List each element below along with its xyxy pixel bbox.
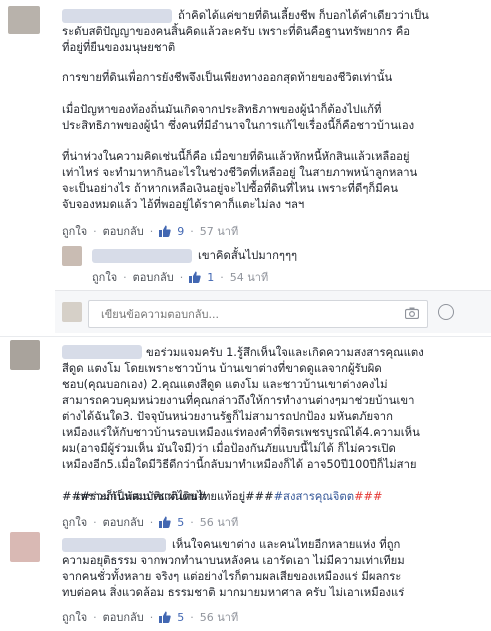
- avatar[interactable]: [62, 246, 82, 266]
- comment-line: การขายที่ดินเพื่อการยังชีพจึงเป็นเพียงทา…: [62, 71, 393, 84]
- like-count[interactable]: 5: [177, 516, 184, 529]
- comment-line: เท่าไหร่ จะทำมาหากินอะไรในช่วงชีวิตที่เห…: [62, 166, 418, 179]
- timestamp[interactable]: 56 นาที: [200, 513, 238, 531]
- like-link[interactable]: ถูกใจ: [92, 268, 117, 286]
- comment-line: ถ้าคิดได้แค่ขายที่ดินเลี้ยงชีพ ก็บอกได้ค…: [178, 9, 429, 22]
- commenter-name[interactable]: [62, 345, 142, 359]
- comment-line: เหมืองแร่ให้กับชาวบ้านรอบเหมืองแร่ทองคำท…: [62, 426, 420, 439]
- comment-line: จากคนชั่วทั้งหลาย จริงๆ แต่อย่างไรก็ตามผ…: [62, 570, 402, 583]
- thumbs-up-icon[interactable]: [159, 516, 171, 528]
- timestamp[interactable]: 57 นาที: [200, 222, 238, 240]
- comment-line: สามารถควบคุมหน่วยงานที่คุณกล่าวถึงให้การ…: [62, 394, 415, 407]
- commenter-name[interactable]: [62, 9, 172, 23]
- avatar[interactable]: [10, 532, 40, 562]
- separator: ·: [190, 515, 194, 529]
- reply-link[interactable]: ตอบกลับ: [103, 608, 144, 626]
- comment-line: ระดับสติปัญญาของคนสิ้นคิดแล้วละครับ เพรา…: [62, 25, 411, 38]
- comment-line: จับจองหมดแล้ว ไอ้ที่พออยู่ได้ราคาก็แตะไม…: [62, 198, 305, 211]
- like-count[interactable]: 5: [177, 611, 184, 624]
- comment-line: ขอร่วมแจมครับ 1.รู้สึกเห็นใจและเกิดความส…: [146, 346, 424, 359]
- like-link[interactable]: ถูกใจ: [62, 513, 87, 531]
- comment-line: ผม(อาจมีผู้ร่วมเห็น มันใจมี)ว่า เมื่อป้อ…: [62, 442, 396, 455]
- comment-line: ชอบ(คุณบอกเอง) 2.คุณแตงสีดูด แตงโม และชา…: [62, 378, 388, 391]
- comment-line: จะเป็นอย่างไร ถ้าหากเหลือเงินอยู่จะไปซื้…: [62, 182, 398, 195]
- sticker-icon[interactable]: [438, 304, 454, 320]
- thumbs-up-icon[interactable]: [159, 611, 171, 623]
- separator: ·: [149, 515, 154, 529]
- separator: ·: [190, 610, 194, 624]
- thumbs-up-icon[interactable]: [159, 225, 171, 237]
- reply-text: เขาคิดสั้นไปมากๆๆๆ: [198, 249, 298, 262]
- comment-line: ที่น่าห่วงในความคิดเช่นนี้ก็คือ เมื่อขาย…: [62, 150, 410, 163]
- comment-line: ###ร่วมกันพัฒนาชาติไทย#: [62, 490, 208, 503]
- thumbs-up-icon[interactable]: [189, 271, 201, 283]
- hashtag-suffix: ###: [354, 489, 383, 503]
- avatar[interactable]: [10, 340, 40, 370]
- like-count[interactable]: 1: [207, 271, 214, 284]
- separator: ·: [190, 224, 194, 238]
- reply-actions: ถูกใจ · ตอบกลับ · 1 · 54 นาที: [92, 268, 268, 286]
- current-user-avatar: [62, 302, 82, 322]
- separator: ·: [93, 224, 97, 238]
- separator: ·: [93, 515, 97, 529]
- separator: ·: [179, 270, 184, 284]
- reply-link[interactable]: ตอบกลับ: [103, 222, 144, 240]
- comment-line: ความอยุติธรรม จากพวกทำนาบนหลังคน เอารัดเ…: [62, 554, 405, 567]
- comment-line: ประสิทธิภาพของผู้นำ ซึ่งคนที่มีอำนาจในกา…: [62, 119, 415, 132]
- commenter-name[interactable]: [62, 538, 166, 552]
- separator: ·: [123, 270, 127, 284]
- divider: [0, 336, 491, 337]
- comment-actions: ถูกใจ · ตอบกลับ · 5 · 56 นาที: [62, 608, 238, 626]
- separator: ·: [93, 610, 97, 624]
- like-count[interactable]: 9: [177, 225, 184, 238]
- comment-actions: ถูกใจ · ตอบกลับ · 9 · 57 นาที: [62, 222, 238, 240]
- avatar[interactable]: [8, 6, 40, 34]
- comment-line: ต่างได้ฉันใด3. ปัจจุบันหน่วยงานรัฐก็ไม่ส…: [62, 410, 393, 423]
- comment-line: เหมืองอีก5.เมื่อใดมีวิธีดีกว่านี้กลับมาท…: [62, 458, 417, 471]
- commenter-name[interactable]: [92, 249, 192, 263]
- timestamp[interactable]: 56 นาที: [200, 608, 238, 626]
- comment-line: ที่อยู่ที่ยืนของมนุษยชาติ: [62, 41, 176, 54]
- reply-input-box[interactable]: [88, 300, 428, 328]
- separator: ·: [220, 270, 224, 284]
- timestamp[interactable]: 54 นาที: [230, 268, 268, 286]
- separator: ·: [149, 610, 154, 624]
- camera-icon[interactable]: [405, 307, 419, 319]
- comment-line: สีดูด แตงโม โดยเพราะชาวบ้าน บ้านเขาต่างท…: [62, 362, 382, 375]
- hashtag-link[interactable]: #สงสารคุณจิตต: [274, 490, 355, 503]
- reply-link[interactable]: ตอบกลับ: [133, 268, 174, 286]
- comment-actions: ถูกใจ · ตอบกลับ · 5 · 56 นาที: [62, 513, 238, 531]
- reply-link[interactable]: ตอบกลับ: [103, 513, 144, 531]
- comment-line: เมื่อปัญหาของท้องถิ่นมันเกิดจากประสิทธิภ…: [62, 103, 382, 116]
- like-link[interactable]: ถูกใจ: [62, 222, 87, 240]
- separator: ·: [149, 224, 154, 238]
- comment-line: เห็นใจคนเขาต่าง และคนไทยอีกหลายแห่ง ที่ถ…: [172, 538, 401, 551]
- reply-input[interactable]: [99, 301, 403, 327]
- comment-line: ทบต่อคน สิ่งแวดล้อม ธรรมชาติ มากมายมหาศา…: [62, 586, 405, 599]
- like-link[interactable]: ถูกใจ: [62, 608, 87, 626]
